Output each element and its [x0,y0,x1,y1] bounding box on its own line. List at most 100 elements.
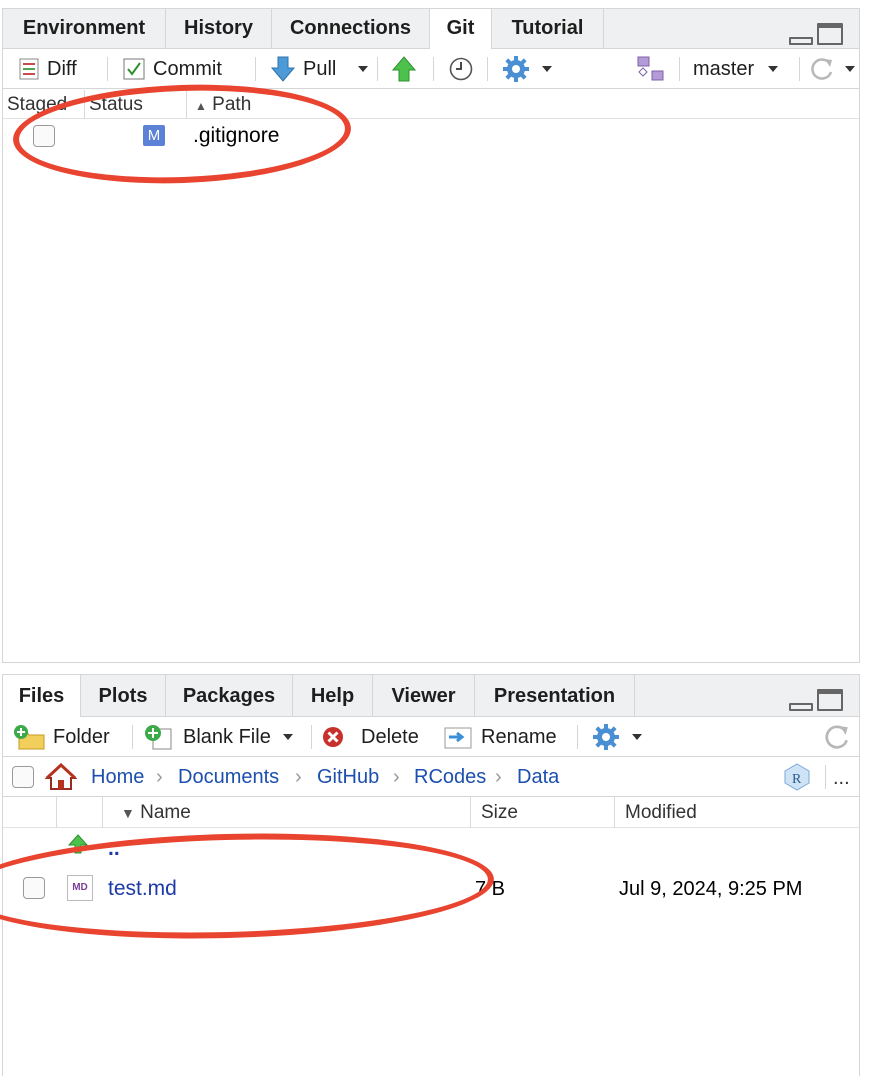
folder-label: Folder [53,726,110,748]
refresh-button[interactable] [809,49,855,89]
svg-text:R: R [792,772,802,787]
maximize-pane-icon[interactable] [817,689,843,711]
file-modified: Jul 9, 2024, 9:25 PM [619,878,803,900]
push-button[interactable] [392,49,416,89]
parent-directory-row[interactable]: .. [3,831,859,867]
minimize-pane-icon[interactable] [789,37,813,45]
gear-icon [503,56,529,82]
column-name-label: Name [140,802,191,823]
git-file-path[interactable]: .gitignore [193,118,279,154]
diff-label: Diff [47,58,77,80]
toolbar-separator [825,765,826,789]
minimize-pane-icon[interactable] [789,703,813,711]
delete-label: Delete [361,726,419,748]
git-pane: Environment History Connections Git Tuto… [2,8,860,663]
parent-directory-link[interactable]: .. [108,831,120,867]
branch-graph-button[interactable] [637,49,665,89]
column-size[interactable]: Size [471,797,615,828]
breadcrumb-documents[interactable]: Documents [178,757,279,797]
breadcrumb-home[interactable]: Home [91,757,144,797]
breadcrumb-separator-icon: › [495,766,502,788]
push-arrow-icon [392,56,416,82]
select-all-checkbox[interactable] [12,766,34,788]
more-options-button[interactable]: ... [833,757,850,799]
staged-checkbox[interactable] [33,125,55,147]
file-name-link[interactable]: test.md [108,871,177,907]
new-folder-button[interactable]: Folder [13,717,110,757]
files-refresh-button[interactable] [823,717,851,757]
blank-file-button[interactable]: Blank File [143,717,293,757]
column-modified[interactable]: Modified [615,797,861,828]
files-toolbar: Folder Blank File Delete Rename [3,717,859,757]
git-toolbar: Diff Commit Pull master [3,49,859,89]
breadcrumb-separator-icon: › [156,766,163,788]
diff-button[interactable]: Diff [19,49,77,89]
git-file-row[interactable]: M .gitignore [3,118,859,154]
breadcrumb-github[interactable]: GitHub [317,757,379,797]
history-button[interactable] [449,49,473,89]
blank-file-dropdown-icon[interactable] [282,734,293,740]
column-staged[interactable]: Staged [3,90,85,119]
home-icon[interactable] [45,763,77,791]
gear-icon [593,724,619,750]
diff-icon [19,58,39,80]
column-status[interactable]: Status [85,90,187,119]
tab-viewer[interactable]: Viewer [373,675,475,717]
blank-file-label: Blank File [183,726,271,748]
tab-presentation[interactable]: Presentation [475,675,635,717]
files-pane-tabbar: Files Plots Packages Help Viewer Present… [3,675,859,718]
new-blank-file-icon [145,725,172,750]
rename-button[interactable]: Rename [443,717,557,757]
breadcrumb-separator-icon: › [393,766,400,788]
file-select-checkbox[interactable] [23,877,45,899]
rename-label: Rename [481,726,557,748]
commit-label: Commit [153,58,222,80]
pull-arrow-icon [271,56,295,82]
tab-environment[interactable]: Environment [3,9,166,49]
toolbar-separator [132,725,133,749]
rename-icon [444,727,472,749]
branch-dropdown-icon [768,66,779,72]
files-settings-button[interactable] [592,717,642,757]
tab-plots[interactable]: Plots [81,675,166,717]
git-settings-dropdown-icon[interactable] [542,66,552,72]
sort-descending-icon: ▼ [121,805,135,821]
breadcrumb-separator-icon: › [295,766,302,788]
up-arrow-icon [67,834,89,854]
status-modified-badge: M [143,125,165,146]
pane-window-controls [789,689,845,713]
delete-icon [323,727,343,747]
git-column-header: Staged Status ▲ Path [3,90,859,119]
files-settings-dropdown-icon[interactable] [632,734,642,740]
toolbar-separator [577,725,578,749]
pull-dropdown-icon[interactable] [358,66,369,72]
column-path[interactable]: ▲ Path [187,90,861,119]
toolbar-separator [799,57,800,81]
tab-history[interactable]: History [166,9,272,49]
breadcrumb-data[interactable]: Data [517,757,559,797]
column-name[interactable]: ▼ Name [103,797,471,828]
breadcrumb-rcodes[interactable]: RCodes [414,757,486,797]
tab-tutorial[interactable]: Tutorial [492,9,604,49]
r-project-icon[interactable]: R [783,763,811,791]
refresh-dropdown-icon[interactable] [845,66,855,72]
tab-connections[interactable]: Connections [272,9,430,49]
toolbar-separator [255,57,256,81]
column-type [57,797,103,828]
files-column-header: ▼ Name Size Modified [3,797,859,828]
commit-button[interactable]: Commit [123,49,222,89]
toolbar-separator [433,57,434,81]
tab-help[interactable]: Help [293,675,373,717]
tab-packages[interactable]: Packages [166,675,293,717]
git-settings-button[interactable] [502,49,552,89]
toolbar-separator [311,725,312,749]
tab-files[interactable]: Files [3,675,81,718]
tab-git[interactable]: Git [430,9,492,50]
branch-selector[interactable]: master [693,49,779,89]
pull-button[interactable]: Pull [271,49,369,89]
maximize-pane-icon[interactable] [817,23,843,45]
toolbar-separator [107,57,108,81]
column-select [3,797,57,828]
file-row[interactable]: MD test.md 7 B Jul 9, 2024, 9:25 PM [3,871,859,907]
delete-button[interactable]: Delete [321,717,419,757]
